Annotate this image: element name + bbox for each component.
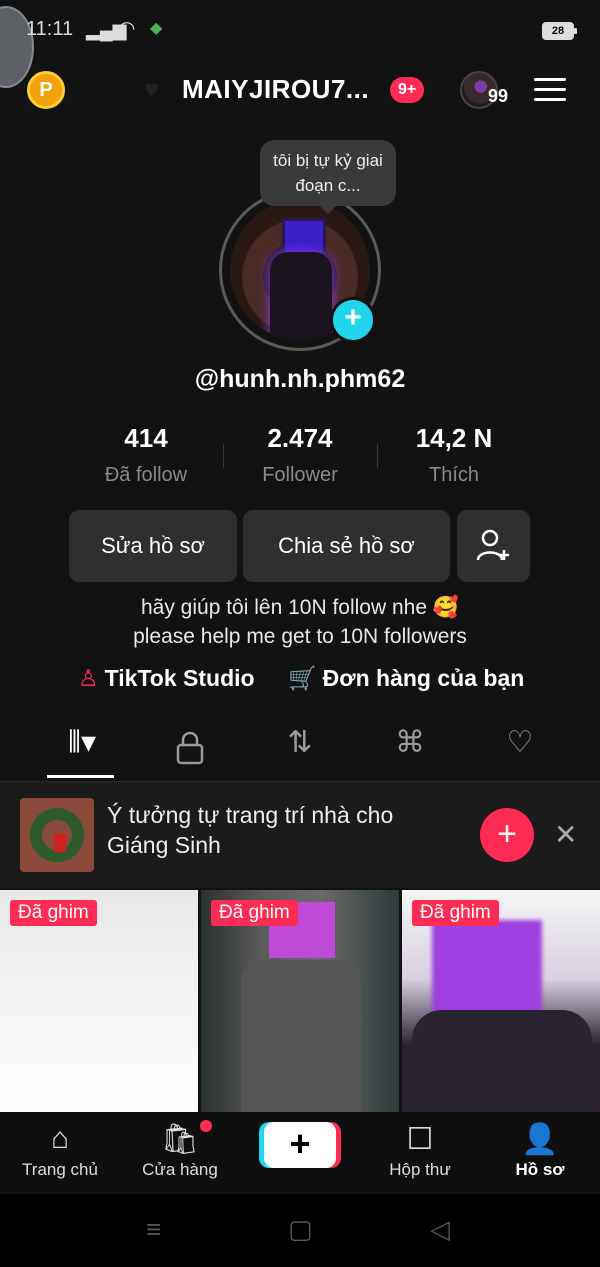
- nav-inbox[interactable]: ☐ Hộp thư: [360, 1122, 480, 1180]
- bio-line: please help me get to 10N followers: [133, 625, 467, 648]
- nav-label: Trang chủ: [22, 1160, 98, 1179]
- profile-note[interactable]: tôi bị tự kỷ giai đoạn c...: [260, 140, 396, 214]
- stat-likes[interactable]: 14,2 N Thích: [354, 423, 554, 487]
- avatar-count: 99: [488, 86, 509, 106]
- tab-private[interactable]: [160, 725, 220, 777]
- repost-icon: ⇅: [287, 726, 313, 759]
- video-thumbnail[interactable]: Đã ghim: [201, 890, 399, 1112]
- nav-profile[interactable]: 👤 Hồ sơ: [480, 1122, 600, 1180]
- share-profile-button[interactable]: Chia sẻ hồ sơ: [243, 510, 450, 582]
- cart-icon: 🛒: [288, 665, 317, 691]
- nav-label: Cửa hàng: [142, 1160, 218, 1179]
- close-icon[interactable]: ✕: [554, 818, 577, 851]
- status-time: 11:11: [26, 18, 74, 40]
- nav-shop[interactable]: 🛍 Cửa hàng: [120, 1122, 240, 1180]
- username-title[interactable]: MAIYJIROU7...: [182, 74, 369, 105]
- profile-handle: @hunh.nh.phm62: [194, 365, 406, 393]
- notification-badge[interactable]: 9+: [390, 77, 425, 103]
- video-thumbnail[interactable]: Đã ghim: [402, 890, 600, 1112]
- add-user-icon: [476, 529, 509, 561]
- system-nav: ≡ ▢ ◁: [0, 1194, 600, 1267]
- shop-icon: 🛍: [160, 1123, 200, 1156]
- app-notification-icon: ◆: [150, 20, 163, 37]
- wreath-thumbnail: [20, 798, 94, 872]
- create-button[interactable]: +: [264, 1122, 336, 1168]
- studio-label: TikTok Studio: [104, 665, 255, 691]
- heart-hidden-icon: ♡: [506, 726, 534, 759]
- status-bar: 11:11 ▂▄▆ ◠ ◆ 28: [0, 0, 600, 60]
- home-icon: ⌂: [50, 1122, 70, 1155]
- orders-link[interactable]: 🛒 Đơn hàng của bạn: [288, 665, 524, 692]
- tab-reposts[interactable]: ⇅: [270, 725, 330, 777]
- coin-icon[interactable]: P: [27, 71, 65, 109]
- tab-saved[interactable]: ⌘: [380, 725, 440, 777]
- video-thumbnail[interactable]: Đã ghim: [0, 890, 198, 1112]
- suggestion-text[interactable]: Ý tưởng tự trang trí nhà cho Giáng Sinh: [107, 800, 447, 860]
- inbox-icon: ☐: [406, 1123, 434, 1156]
- recents-icon[interactable]: ≡: [146, 1214, 161, 1245]
- create-icon: +: [289, 1123, 311, 1164]
- stat-label: Thích: [428, 464, 480, 486]
- suggestion-add-button[interactable]: +: [480, 808, 534, 862]
- pinned-badge: Đã ghim: [412, 900, 499, 926]
- grid-icon: ⦀▾: [67, 726, 97, 759]
- orders-label: Đơn hàng của bạn: [322, 665, 525, 691]
- bookmark-hidden-icon: ⌘: [395, 726, 425, 759]
- tab-underline: [47, 775, 114, 778]
- shop-notification-dot: [200, 1120, 212, 1132]
- nav-label: Hộp thư: [389, 1160, 451, 1179]
- back-icon[interactable]: ◁: [430, 1214, 450, 1245]
- nav-label: Hồ sơ: [515, 1160, 565, 1179]
- battery-icon: 28: [542, 22, 577, 40]
- stat-value: 14,2 N: [415, 423, 493, 453]
- profile-tabs: ⦀▾ ⇅ ⌘ ♡: [0, 725, 600, 782]
- studio-icon: ♙: [78, 665, 99, 691]
- pinned-badge: Đã ghim: [10, 900, 97, 926]
- menu-icon[interactable]: [534, 78, 566, 102]
- tab-videos[interactable]: ⦀▾: [52, 725, 112, 777]
- home-button-icon[interactable]: ▢: [288, 1214, 313, 1245]
- bio-line: hãy giúp tôi lên 10N follow nhe 🥰: [140, 596, 459, 619]
- add-story-button[interactable]: +: [330, 297, 376, 343]
- tab-liked[interactable]: ♡: [490, 725, 550, 777]
- profile-icon: 👤: [521, 1123, 559, 1156]
- add-friends-button[interactable]: [457, 510, 530, 582]
- wifi-icon: ◠: [118, 18, 136, 40]
- tiktok-studio-link[interactable]: ♙ TikTok Studio: [78, 665, 255, 692]
- heart-icon: ♥: [144, 74, 160, 104]
- lock-icon: [176, 731, 204, 765]
- nav-home[interactable]: ⌂ Trang chủ: [0, 1122, 120, 1180]
- pinned-badge: Đã ghim: [211, 900, 298, 926]
- edit-profile-button[interactable]: Sửa hồ sơ: [69, 510, 237, 582]
